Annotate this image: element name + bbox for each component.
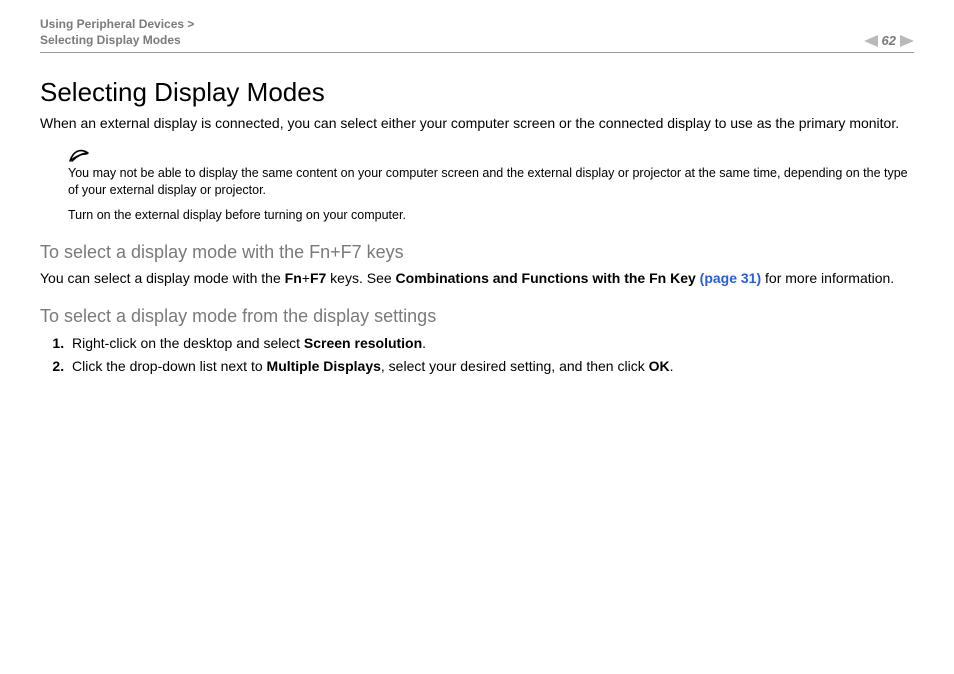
page-header: Using Peripheral Devices > Selecting Dis… <box>40 16 914 53</box>
prev-page-icon[interactable] <box>864 35 878 47</box>
key-f7: F7 <box>310 270 326 286</box>
subhead-display-settings: To select a display mode from the displa… <box>40 306 914 327</box>
note-text-1: You may not be able to display the same … <box>68 165 914 199</box>
breadcrumb-parent: Using Peripheral Devices > <box>40 16 194 32</box>
page-number: 62 <box>882 33 896 48</box>
paragraph-fn-f7: You can select a display mode with the F… <box>40 269 914 288</box>
step-1: Right-click on the desktop and select Sc… <box>68 333 914 354</box>
page-link[interactable]: (page 31) <box>696 270 761 286</box>
ui-label-multiple-displays: Multiple Displays <box>267 358 381 374</box>
reference-title: Combinations and Functions with the Fn K… <box>396 270 696 286</box>
page-nav: 62 <box>864 33 914 48</box>
breadcrumb: Using Peripheral Devices > Selecting Dis… <box>40 16 194 48</box>
ui-label-ok: OK <box>649 358 670 374</box>
text: Right-click on the desktop and select <box>72 335 304 351</box>
text: keys. See <box>326 270 395 286</box>
text: . <box>422 335 426 351</box>
next-page-icon[interactable] <box>900 35 914 47</box>
steps-list: Right-click on the desktop and select Sc… <box>40 333 914 377</box>
text: . <box>670 358 674 374</box>
text: You can select a display mode with the <box>40 270 285 286</box>
page-title: Selecting Display Modes <box>40 77 914 108</box>
key-fn: Fn <box>285 270 302 286</box>
text: Click the drop-down list next to <box>72 358 267 374</box>
text: , select your desired setting, and then … <box>381 358 649 374</box>
note-text-2: Turn on the external display before turn… <box>68 207 914 224</box>
ui-label-screen-resolution: Screen resolution <box>304 335 422 351</box>
note-icon <box>68 147 914 165</box>
step-2: Click the drop-down list next to Multipl… <box>68 356 914 377</box>
intro-paragraph: When an external display is connected, y… <box>40 114 914 133</box>
breadcrumb-current: Selecting Display Modes <box>40 32 194 48</box>
text: + <box>302 270 310 286</box>
text: for more information. <box>761 270 894 286</box>
subhead-fn-f7: To select a display mode with the Fn+F7 … <box>40 242 914 263</box>
note-block: You may not be able to display the same … <box>68 147 914 224</box>
